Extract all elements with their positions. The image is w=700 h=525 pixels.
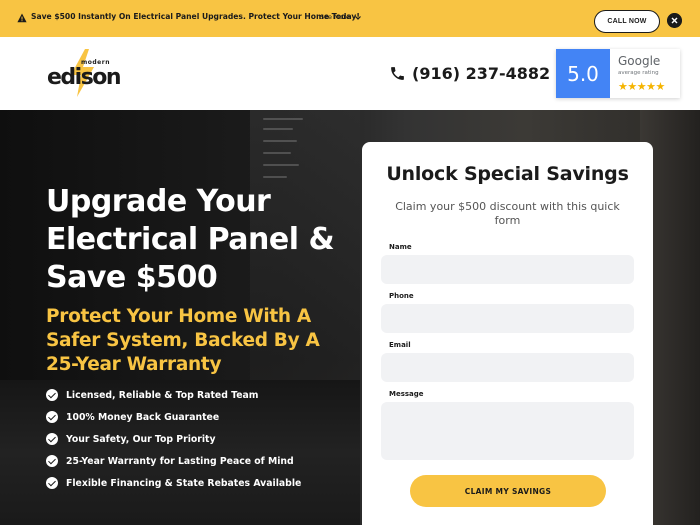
name-field[interactable] — [381, 255, 634, 284]
message-field[interactable] — [381, 402, 634, 460]
list-item: 100% Money Back Guarantee — [46, 406, 301, 428]
logo-wordmark: edison — [47, 65, 122, 90]
list-item: Licensed, Reliable & Top Rated Team — [46, 384, 301, 406]
call-now-button[interactable]: CALL NOW — [594, 10, 660, 33]
check-circle-icon — [46, 433, 58, 445]
feature-text: 25-Year Warranty for Lasting Peace of Mi… — [66, 455, 294, 467]
check-circle-icon — [46, 389, 58, 401]
check-circle-icon — [46, 455, 58, 467]
phone-number: (916) 237-4882 — [412, 64, 551, 83]
banner-message: Save $500 Instantly On Electrical Panel … — [31, 12, 360, 21]
edison-logo[interactable]: modern edison — [45, 49, 122, 99]
message-label: Message — [389, 390, 424, 398]
list-item: Your Safety, Our Top Priority — [46, 428, 301, 450]
list-item: 25-Year Warranty for Lasting Peace of Mi… — [46, 450, 301, 472]
savings-form: Unlock Special Savings Claim your $500 d… — [362, 142, 653, 525]
see-more-link[interactable]: See More — [320, 13, 350, 21]
form-subtitle: Claim your $500 discount with this quick… — [395, 200, 620, 227]
hero-subheadline: Protect Your Home With A Safer System, B… — [46, 306, 320, 375]
claim-savings-button[interactable]: CLAIM MY SAVINGS — [410, 475, 606, 507]
star-rating: ★★★★★ — [618, 80, 665, 93]
email-label: Email — [389, 341, 411, 349]
close-icon[interactable] — [667, 13, 682, 28]
check-circle-icon — [46, 477, 58, 489]
phone-link[interactable]: (916) 237-4882 — [389, 64, 550, 83]
phone-icon — [391, 67, 404, 80]
form-title: Unlock Special Savings — [386, 163, 629, 185]
check-circle-icon — [46, 411, 58, 423]
chevron-down-icon[interactable] — [354, 14, 362, 22]
feature-list: Licensed, Reliable & Top Rated Team 100%… — [46, 384, 301, 494]
feature-text: Flexible Financing & State Rebates Avail… — [66, 477, 302, 489]
feature-text: 100% Money Back Guarantee — [66, 411, 220, 423]
rating-score: 5.0 — [556, 49, 610, 98]
email-field[interactable] — [381, 353, 634, 382]
list-item: Flexible Financing & State Rebates Avail… — [46, 472, 301, 494]
rating-subtitle: average rating — [618, 70, 659, 76]
hero-headline: Upgrade Your Electrical Panel & Save $50… — [46, 184, 335, 295]
name-label: Name — [389, 243, 412, 251]
phone-field[interactable] — [381, 304, 634, 333]
warning-icon — [17, 13, 27, 23]
google-rating-badge[interactable]: 5.0 Google average rating ★★★★★ — [556, 49, 680, 98]
google-wordmark: Google — [618, 54, 661, 68]
feature-text: Licensed, Reliable & Top Rated Team — [66, 389, 259, 401]
promo-banner: Save $500 Instantly On Electrical Panel … — [0, 0, 700, 37]
feature-text: Your Safety, Our Top Priority — [66, 433, 216, 445]
phone-label: Phone — [389, 292, 414, 300]
site-header: modern edison (916) 237-4882 5.0 Google … — [0, 37, 700, 110]
